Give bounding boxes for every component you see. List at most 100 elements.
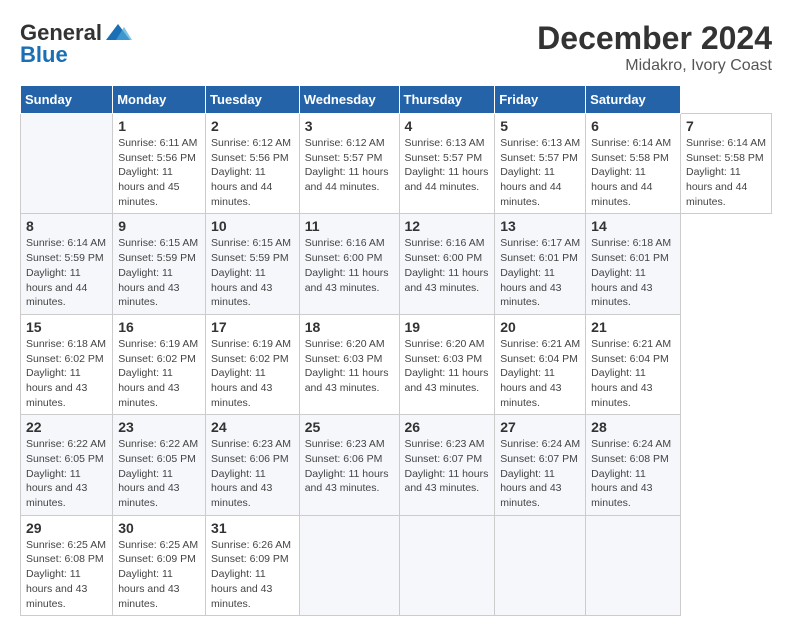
calendar-cell: 25 Sunrise: 6:23 AMSunset: 6:06 PMDayligh…: [299, 415, 399, 515]
day-info: Sunrise: 6:21 AMSunset: 6:04 PMDaylight:…: [591, 337, 675, 410]
calendar-cell: [21, 114, 113, 214]
day-info: Sunrise: 6:23 AMSunset: 6:06 PMDaylight:…: [305, 437, 394, 496]
calendar-week-row: 15 Sunrise: 6:18 AMSunset: 6:02 PMDayligh…: [21, 314, 772, 414]
day-info: Sunrise: 6:15 AMSunset: 5:59 PMDaylight:…: [118, 236, 200, 309]
day-info: Sunrise: 6:25 AMSunset: 6:09 PMDaylight:…: [118, 538, 200, 611]
day-info: Sunrise: 6:25 AMSunset: 6:08 PMDaylight:…: [26, 538, 107, 611]
day-info: Sunrise: 6:21 AMSunset: 6:04 PMDaylight:…: [500, 337, 580, 410]
day-info: Sunrise: 6:15 AMSunset: 5:59 PMDaylight:…: [211, 236, 294, 309]
day-info: Sunrise: 6:14 AMSunset: 5:58 PMDaylight:…: [686, 136, 766, 209]
calendar-cell: 1 Sunrise: 6:11 AMSunset: 5:56 PMDaylight…: [113, 114, 206, 214]
day-info: Sunrise: 6:20 AMSunset: 6:03 PMDaylight:…: [305, 337, 394, 396]
day-number: 25: [305, 419, 394, 435]
day-info: Sunrise: 6:22 AMSunset: 6:05 PMDaylight:…: [26, 437, 107, 510]
calendar-cell: [495, 515, 586, 615]
day-number: 5: [500, 118, 580, 134]
calendar-cell: 29Sunrise: 6:25 AMSunset: 6:08 PMDayligh…: [21, 515, 113, 615]
day-info: Sunrise: 6:19 AMSunset: 6:02 PMDaylight:…: [118, 337, 200, 410]
calendar-day-header: Tuesday: [206, 86, 300, 114]
day-info: Sunrise: 6:13 AMSunset: 5:57 PMDaylight:…: [500, 136, 580, 209]
day-number: 8: [26, 218, 107, 234]
calendar-week-row: 22 Sunrise: 6:22 AMSunset: 6:05 PMDayligh…: [21, 415, 772, 515]
day-number: 16: [118, 319, 200, 335]
day-info: Sunrise: 6:18 AMSunset: 6:01 PMDaylight:…: [591, 236, 675, 309]
calendar-cell: 26 Sunrise: 6:23 AMSunset: 6:07 PMDayligh…: [399, 415, 495, 515]
day-number: 21: [591, 319, 675, 335]
day-info: Sunrise: 6:11 AMSunset: 5:56 PMDaylight:…: [118, 136, 200, 209]
calendar-cell: 22 Sunrise: 6:22 AMSunset: 6:05 PMDayligh…: [21, 415, 113, 515]
main-title: December 2024: [537, 20, 772, 57]
calendar-day-header: Thursday: [399, 86, 495, 114]
calendar-cell: 6 Sunrise: 6:14 AMSunset: 5:58 PMDaylight…: [586, 114, 681, 214]
day-number: 17: [211, 319, 294, 335]
calendar-cell: 12 Sunrise: 6:16 AMSunset: 6:00 PMDayligh…: [399, 214, 495, 314]
day-number: 6: [591, 118, 675, 134]
subtitle: Midakro, Ivory Coast: [537, 57, 772, 75]
day-number: 14: [591, 218, 675, 234]
day-number: 12: [405, 218, 490, 234]
calendar-cell: 13Sunrise: 6:17 AMSunset: 6:01 PMDayligh…: [495, 214, 586, 314]
day-number: 7: [686, 118, 766, 134]
day-number: 28: [591, 419, 675, 435]
calendar-cell: [399, 515, 495, 615]
calendar-cell: 16 Sunrise: 6:19 AMSunset: 6:02 PMDayligh…: [113, 314, 206, 414]
day-info: Sunrise: 6:23 AMSunset: 6:06 PMDaylight:…: [211, 437, 294, 510]
day-info: Sunrise: 6:16 AMSunset: 6:00 PMDaylight:…: [305, 236, 394, 295]
day-number: 22: [26, 419, 107, 435]
day-number: 1: [118, 118, 200, 134]
calendar-cell: 27Sunrise: 6:24 AMSunset: 6:07 PMDayligh…: [495, 415, 586, 515]
calendar-cell: 17 Sunrise: 6:19 AMSunset: 6:02 PMDayligh…: [206, 314, 300, 414]
calendar-week-row: 1 Sunrise: 6:11 AMSunset: 5:56 PMDaylight…: [21, 114, 772, 214]
logo-blue: Blue: [20, 42, 68, 68]
logo-icon: [104, 22, 132, 44]
calendar-cell: 9 Sunrise: 6:15 AMSunset: 5:59 PMDaylight…: [113, 214, 206, 314]
day-info: Sunrise: 6:26 AMSunset: 6:09 PMDaylight:…: [211, 538, 294, 611]
day-number: 27: [500, 419, 580, 435]
day-number: 24: [211, 419, 294, 435]
day-info: Sunrise: 6:20 AMSunset: 6:03 PMDaylight:…: [405, 337, 490, 396]
calendar-cell: 2 Sunrise: 6:12 AMSunset: 5:56 PMDaylight…: [206, 114, 300, 214]
day-number: 15: [26, 319, 107, 335]
calendar-cell: 8 Sunrise: 6:14 AMSunset: 5:59 PMDaylight…: [21, 214, 113, 314]
day-info: Sunrise: 6:22 AMSunset: 6:05 PMDaylight:…: [118, 437, 200, 510]
logo: General Blue: [20, 20, 132, 68]
calendar-table: SundayMondayTuesdayWednesdayThursdayFrid…: [20, 85, 772, 616]
calendar-cell: 31 Sunrise: 6:26 AMSunset: 6:09 PMDayligh…: [206, 515, 300, 615]
day-info: Sunrise: 6:14 AMSunset: 5:59 PMDaylight:…: [26, 236, 107, 309]
day-info: Sunrise: 6:18 AMSunset: 6:02 PMDaylight:…: [26, 337, 107, 410]
calendar-header-row: SundayMondayTuesdayWednesdayThursdayFrid…: [21, 86, 772, 114]
calendar-cell: 10 Sunrise: 6:15 AMSunset: 5:59 PMDayligh…: [206, 214, 300, 314]
calendar-cell: 18 Sunrise: 6:20 AMSunset: 6:03 PMDayligh…: [299, 314, 399, 414]
day-number: 20: [500, 319, 580, 335]
calendar-cell: 3Sunrise: 6:12 AMSunset: 5:57 PMDaylight…: [299, 114, 399, 214]
day-number: 26: [405, 419, 490, 435]
calendar-cell: 20 Sunrise: 6:21 AMSunset: 6:04 PMDayligh…: [495, 314, 586, 414]
calendar-week-row: 8 Sunrise: 6:14 AMSunset: 5:59 PMDaylight…: [21, 214, 772, 314]
calendar-cell: [299, 515, 399, 615]
calendar-week-row: 29Sunrise: 6:25 AMSunset: 6:08 PMDayligh…: [21, 515, 772, 615]
day-info: Sunrise: 6:24 AMSunset: 6:08 PMDaylight:…: [591, 437, 675, 510]
day-info: Sunrise: 6:16 AMSunset: 6:00 PMDaylight:…: [405, 236, 490, 295]
day-info: Sunrise: 6:19 AMSunset: 6:02 PMDaylight:…: [211, 337, 294, 410]
day-info: Sunrise: 6:12 AMSunset: 5:56 PMDaylight:…: [211, 136, 294, 209]
day-number: 10: [211, 218, 294, 234]
day-number: 9: [118, 218, 200, 234]
calendar-cell: 11Sunrise: 6:16 AMSunset: 6:00 PMDayligh…: [299, 214, 399, 314]
calendar-cell: 24 Sunrise: 6:23 AMSunset: 6:06 PMDayligh…: [206, 415, 300, 515]
calendar-day-header: Sunday: [21, 86, 113, 114]
day-info: Sunrise: 6:14 AMSunset: 5:58 PMDaylight:…: [591, 136, 675, 209]
calendar-cell: 21 Sunrise: 6:21 AMSunset: 6:04 PMDayligh…: [586, 314, 681, 414]
calendar-cell: 23Sunrise: 6:22 AMSunset: 6:05 PMDayligh…: [113, 415, 206, 515]
calendar-body: 1 Sunrise: 6:11 AMSunset: 5:56 PMDaylight…: [21, 114, 772, 616]
calendar-cell: [586, 515, 681, 615]
day-number: 4: [405, 118, 490, 134]
day-number: 31: [211, 520, 294, 536]
day-info: Sunrise: 6:13 AMSunset: 5:57 PMDaylight:…: [405, 136, 490, 195]
day-number: 30: [118, 520, 200, 536]
calendar-cell: 28 Sunrise: 6:24 AMSunset: 6:08 PMDayligh…: [586, 415, 681, 515]
day-info: Sunrise: 6:23 AMSunset: 6:07 PMDaylight:…: [405, 437, 490, 496]
day-number: 2: [211, 118, 294, 134]
calendar-cell: 19Sunrise: 6:20 AMSunset: 6:03 PMDayligh…: [399, 314, 495, 414]
day-number: 3: [305, 118, 394, 134]
day-number: 18: [305, 319, 394, 335]
